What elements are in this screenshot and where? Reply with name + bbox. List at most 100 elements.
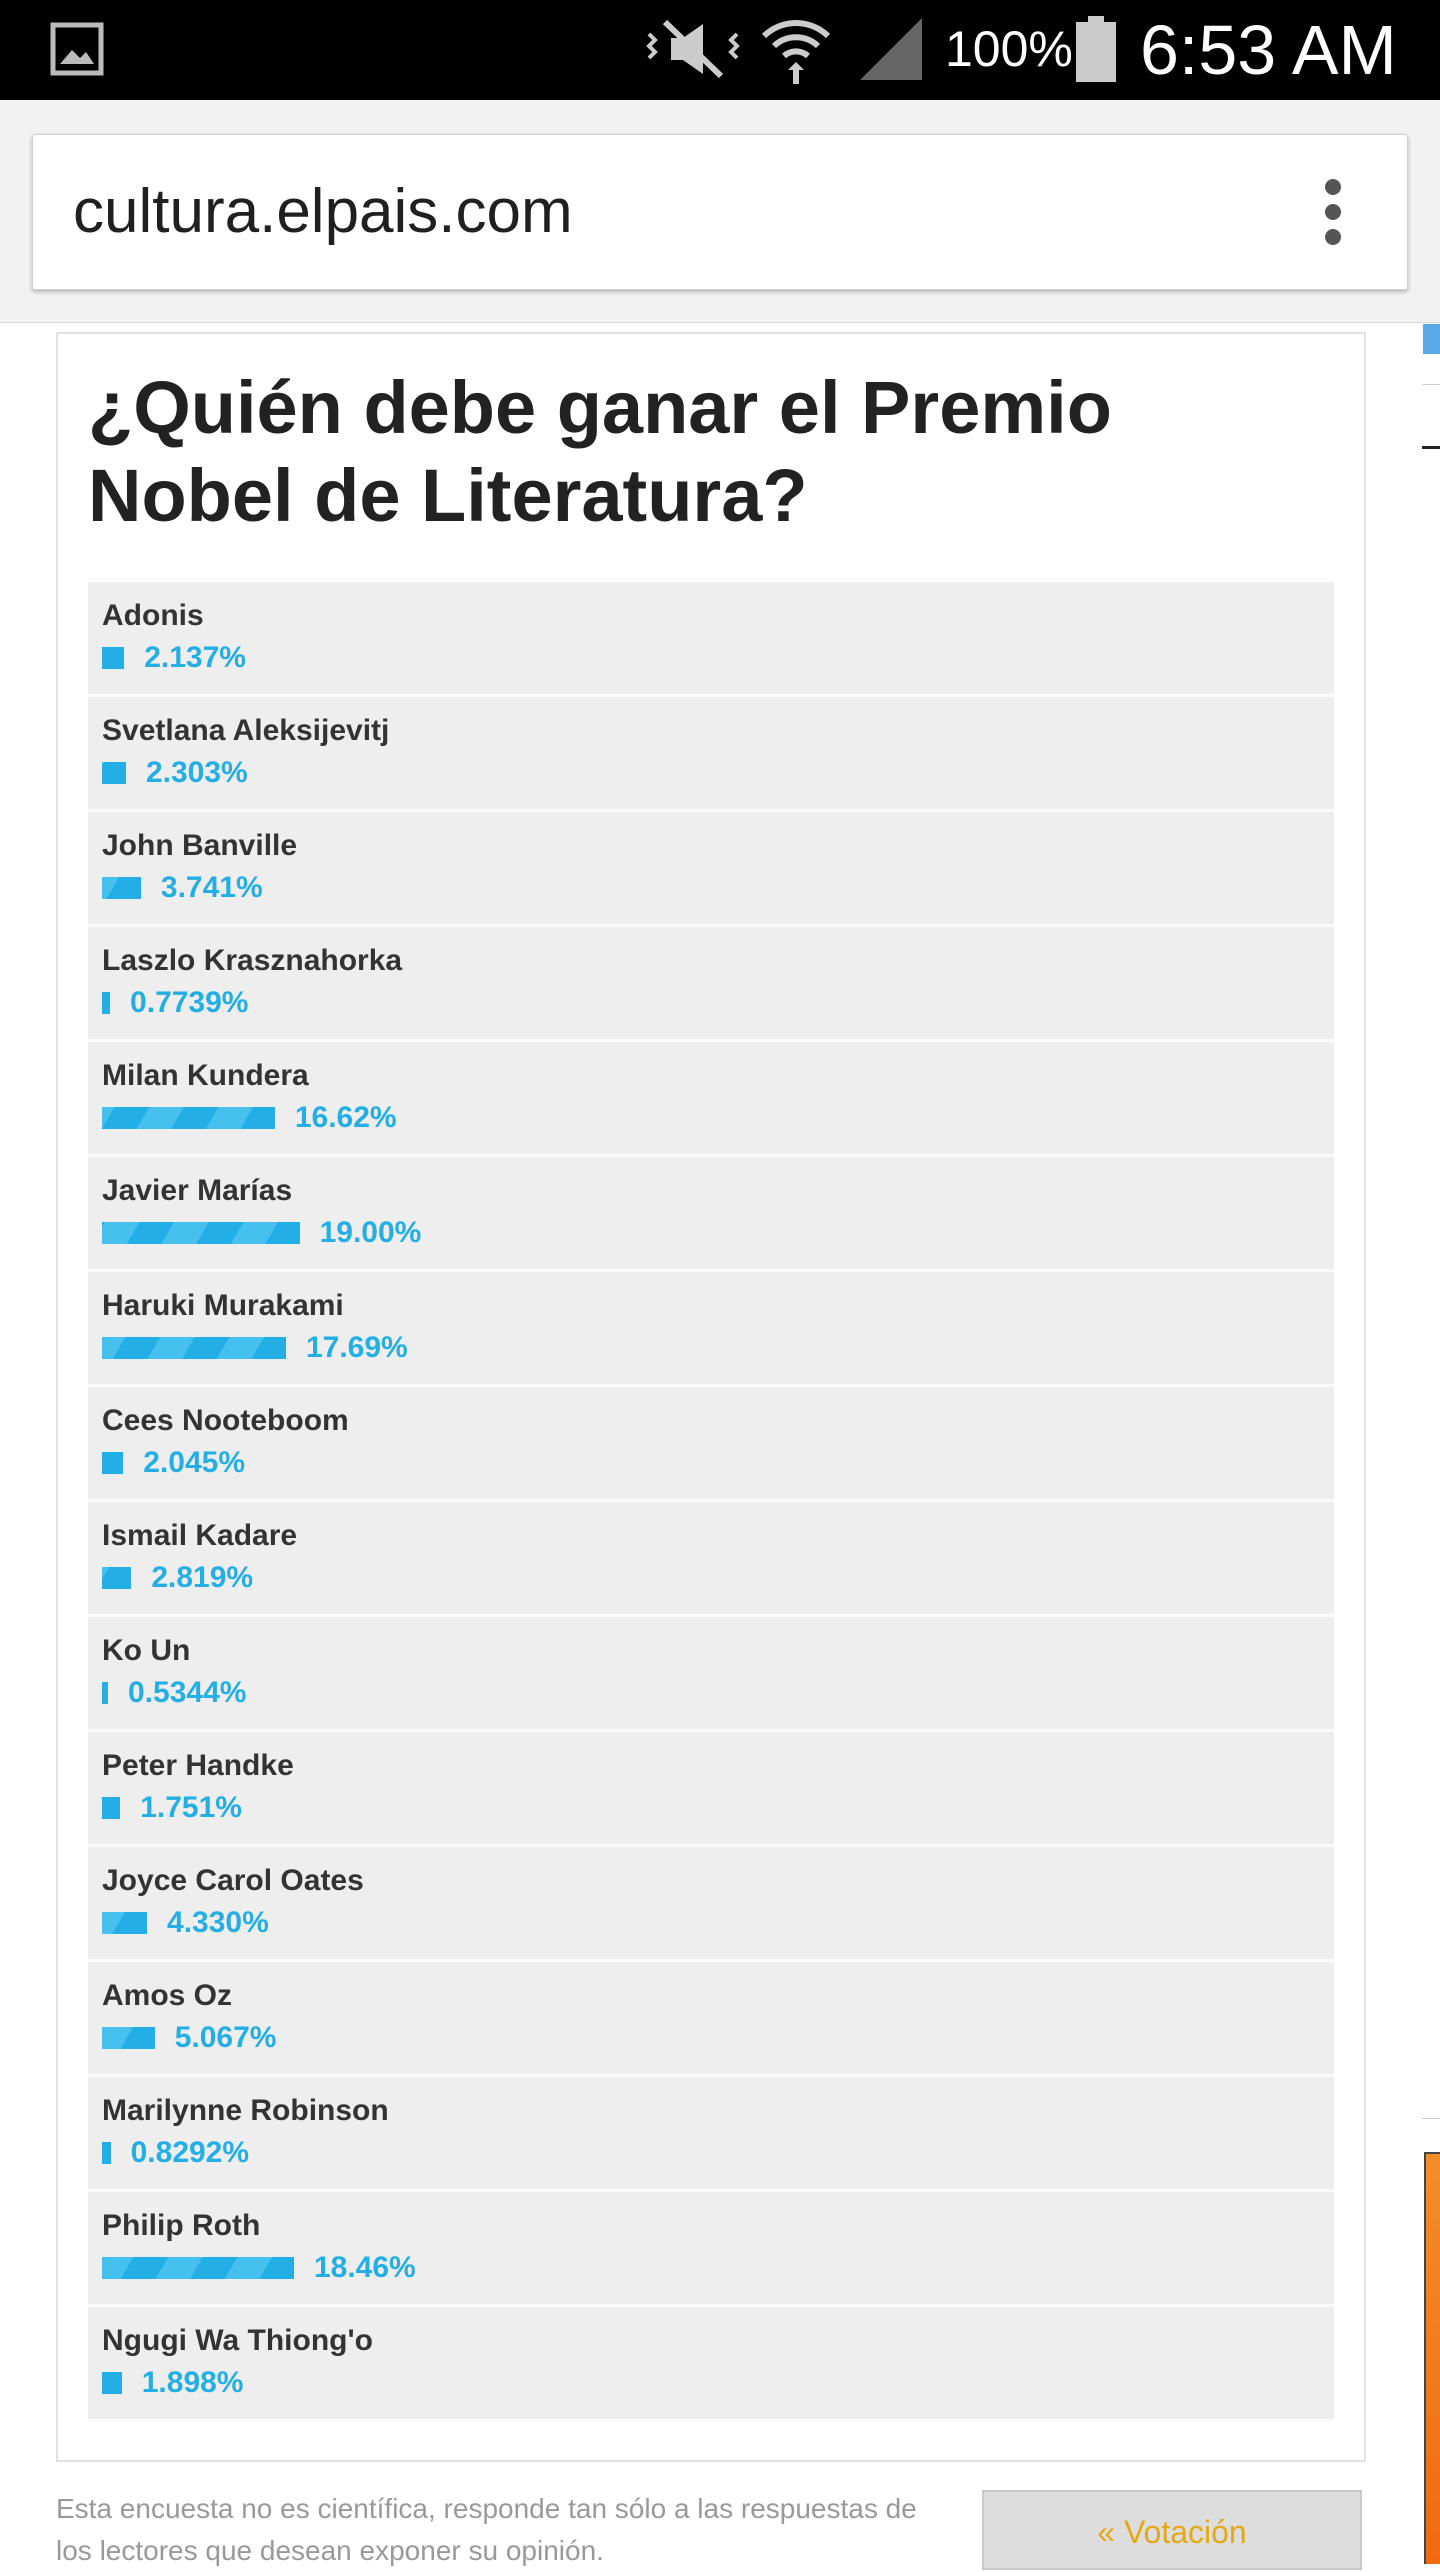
poll-row: Ngugi Wa Thiong'o 1.898% (88, 2307, 1334, 2422)
poll-row: Adonis 2.137% (88, 582, 1334, 697)
result-percent: 4.330% (167, 1906, 269, 1939)
candidate-name: Peter Handke (102, 1749, 294, 1782)
poll-row: Milan Kundera 16.62% (88, 1042, 1334, 1157)
result-bar (102, 1222, 300, 1244)
divider (1422, 384, 1440, 385)
url-bar[interactable]: cultura.elpais.com (32, 134, 1408, 290)
battery-icon (1076, 16, 1116, 82)
poll-row: Joyce Carol Oates 4.330% (88, 1847, 1334, 1962)
result-bar (102, 2142, 111, 2164)
result-line: 2.303% (102, 753, 248, 793)
result-percent: 16.62% (294, 1101, 397, 1134)
poll-row: Javier Marías 19.00% (88, 1157, 1334, 1272)
sidebar-ad-edge (1424, 2152, 1440, 2564)
result-line: 1.751% (102, 1788, 242, 1828)
result-percent: 2.045% (143, 1446, 246, 1479)
candidate-name: Haruki Murakami (102, 1289, 344, 1322)
result-percent: 1.751% (140, 1791, 242, 1824)
result-line: 2.045% (102, 1443, 245, 1483)
result-line: 18.46% (102, 2248, 416, 2288)
result-line: 16.62% (102, 1098, 397, 1138)
result-bar (102, 762, 126, 784)
result-line: 0.5344% (102, 1673, 246, 1713)
poll-row: Peter Handke 1.751% (88, 1732, 1334, 1847)
poll-row: Amos Oz 5.067% (88, 1962, 1334, 2077)
poll-card: ¿Quién debe ganar el Premio Nobel de Lit… (56, 332, 1366, 2462)
result-bar (102, 1912, 148, 1934)
result-bar (102, 1682, 108, 1704)
candidate-name: Javier Marías (102, 1174, 293, 1207)
sidebar-edge (1420, 322, 1440, 2564)
result-percent: 19.00% (319, 1216, 422, 1249)
divider (1422, 446, 1440, 449)
result-bar (102, 877, 141, 899)
result-percent: 5.067% (174, 2021, 277, 2054)
candidate-name: Marilynne Robinson (102, 2094, 389, 2127)
poll-title: ¿Quién debe ganar el Premio Nobel de Lit… (88, 366, 1112, 537)
result-line: 3.741% (102, 868, 263, 908)
poll-row: Svetlana Aleksijevitj 2.303% (88, 697, 1334, 812)
wifi-icon (761, 20, 831, 84)
poll-row: Ismail Kadare 2.819% (88, 1502, 1334, 1617)
candidate-name: Cees Nooteboom (102, 1404, 349, 1437)
result-line: 5.067% (102, 2018, 276, 2058)
sidebar-accent (1423, 324, 1440, 354)
result-percent: 2.819% (151, 1561, 254, 1594)
candidate-name: Philip Roth (102, 2209, 261, 2242)
battery-percent: 100% (945, 21, 1073, 77)
status-time: 6:53 AM (1140, 11, 1397, 89)
result-bar (102, 647, 125, 669)
more-vert-icon[interactable] (1323, 179, 1343, 245)
result-percent: 0.8292% (130, 2136, 250, 2169)
url-text[interactable]: cultura.elpais.com (73, 177, 573, 247)
poll-results: Adonis 2.137% Svetlana Aleksijevitj 2.303% J… (88, 582, 1334, 2422)
result-bar (102, 2027, 155, 2049)
result-bar (102, 2372, 122, 2394)
candidate-name: John Banville (102, 829, 298, 862)
poll-row: Haruki Murakami 17.69% (88, 1272, 1334, 1387)
browser-toolbar: cultura.elpais.com (0, 100, 1440, 323)
poll-row: Ko Un 0.5344% (88, 1617, 1334, 1732)
result-line: 2.137% (102, 638, 246, 678)
image-icon (50, 22, 104, 76)
candidate-name: Ngugi Wa Thiong'o (102, 2324, 373, 2357)
result-line: 2.819% (102, 1558, 253, 1598)
result-percent: 3.741% (160, 871, 263, 904)
poll-disclaimer: Esta encuesta no es científica, responde… (56, 2493, 917, 2566)
result-bar (102, 992, 111, 1014)
result-line: 19.00% (102, 1213, 421, 1253)
signal-icon (860, 18, 922, 80)
result-bar (102, 2257, 294, 2279)
result-bar (102, 1452, 124, 1474)
result-percent: 0.5344% (128, 1676, 247, 1709)
poll-row: Philip Roth 18.46% (88, 2192, 1334, 2307)
candidate-name: Adonis (102, 599, 204, 632)
mute-vibrate-icon (646, 19, 740, 79)
vote-button[interactable]: « Votación (982, 2490, 1362, 2570)
result-line: 0.7739% (102, 983, 248, 1023)
status-bar: 100% 6:53 AM (0, 0, 1440, 100)
result-line: 0.8292% (102, 2133, 249, 2173)
vote-button-label: « Votación (1097, 2514, 1247, 2550)
result-percent: 0.7739% (130, 986, 249, 1019)
result-bar (102, 1567, 132, 1589)
result-percent: 2.303% (145, 756, 248, 789)
candidate-name: Ismail Kadare (102, 1519, 298, 1552)
candidate-name: Laszlo Krasznahorka (102, 944, 403, 977)
result-line: 4.330% (102, 1903, 269, 1943)
poll-row: John Banville 3.741% (88, 812, 1334, 927)
poll-row: Marilynne Robinson 0.8292% (88, 2077, 1334, 2192)
result-percent: 2.137% (144, 641, 246, 674)
candidate-name: Ko Un (102, 1634, 191, 1667)
poll-row: Laszlo Krasznahorka 0.7739% (88, 927, 1334, 1042)
result-percent: 18.46% (313, 2251, 416, 2284)
result-bar (102, 1797, 121, 1819)
candidate-name: Svetlana Aleksijevitj (102, 714, 390, 747)
result-percent: 1.898% (141, 2366, 244, 2399)
result-bar (102, 1107, 275, 1129)
result-line: 1.898% (102, 2363, 243, 2403)
result-percent: 17.69% (305, 1331, 408, 1364)
candidate-name: Amos Oz (102, 1979, 233, 2012)
candidate-name: Milan Kundera (102, 1059, 309, 1092)
result-bar (102, 1337, 286, 1359)
